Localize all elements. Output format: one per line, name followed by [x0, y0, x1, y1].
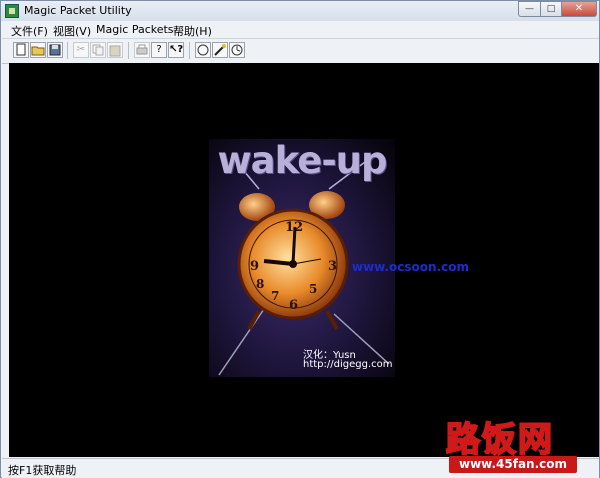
- toolbar-separator: [189, 42, 190, 59]
- wand-icon[interactable]: [212, 42, 228, 58]
- cut-icon[interactable]: ✂: [73, 42, 89, 58]
- wake-up-splash: 12 3 6 9 5 7 8 wake-up: [209, 139, 395, 377]
- new-file-icon[interactable]: [13, 42, 29, 58]
- menu-bar: 文件(F) 视图(V) Magic Packets 帮助(H): [2, 21, 599, 38]
- status-text: 按F1获取帮助: [8, 464, 77, 477]
- svg-text:7: 7: [271, 289, 279, 303]
- send-packet-icon[interactable]: [195, 42, 211, 58]
- svg-text:8: 8: [256, 277, 264, 291]
- menu-magic-packets[interactable]: Magic Packets: [96, 23, 174, 36]
- watermark-brand: 路饭网: [445, 419, 554, 461]
- svg-text:5: 5: [309, 282, 317, 296]
- save-icon[interactable]: [47, 42, 63, 58]
- minimize-button[interactable]: —: [518, 1, 541, 17]
- app-icon: [5, 4, 19, 18]
- menu-view[interactable]: 视图(V): [53, 23, 91, 39]
- menu-help[interactable]: 帮助(H): [173, 23, 212, 39]
- open-folder-icon[interactable]: [30, 42, 46, 58]
- print-icon[interactable]: [134, 42, 150, 58]
- toolbar-separator: [128, 42, 129, 59]
- about-icon[interactable]: ?: [151, 42, 167, 58]
- menu-file[interactable]: 文件(F): [11, 23, 48, 39]
- site-text: www.ocsoon.com: [352, 260, 469, 274]
- clock-icon[interactable]: [229, 42, 245, 58]
- client-area: 12 3 6 9 5 7 8 wake-up 汉化：Yusn http://di…: [9, 63, 599, 457]
- svg-text:3: 3: [328, 259, 337, 274]
- paste-icon[interactable]: [107, 42, 123, 58]
- svg-text:9: 9: [250, 259, 259, 274]
- copy-icon[interactable]: [90, 42, 106, 58]
- toolbar: ✂ ? ↖?: [2, 38, 599, 64]
- window-title: Magic Packet Utility: [24, 4, 132, 17]
- svg-text:6: 6: [289, 298, 298, 313]
- maximize-button[interactable]: □: [540, 1, 562, 17]
- watermark-url: www.45fan.com: [449, 456, 577, 473]
- wake-up-heading: wake-up: [217, 139, 387, 182]
- close-button[interactable]: ✕: [561, 1, 597, 17]
- credit-url: http://digegg.com: [303, 359, 393, 370]
- toolbar-separator: [67, 42, 68, 59]
- title-bar[interactable]: Magic Packet Utility — □ ✕: [1, 1, 599, 21]
- app-window: Magic Packet Utility — □ ✕ 文件(F) 视图(V) M…: [0, 0, 600, 478]
- context-help-icon[interactable]: ↖?: [168, 42, 184, 58]
